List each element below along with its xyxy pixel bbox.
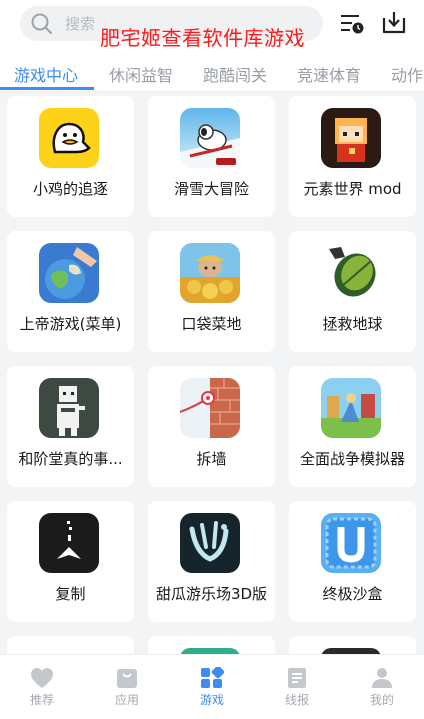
tab-casual-puzzle[interactable]: 休闲益智 <box>109 62 173 86</box>
app-card[interactable]: 终极沙盒 <box>289 501 416 622</box>
app-name: 拆墙 <box>196 450 227 468</box>
grid-icon <box>201 667 224 688</box>
app-name: 滑雪大冒险 <box>173 180 249 198</box>
app-name: 甜瓜游乐场3D版 <box>155 585 268 603</box>
app-card[interactable]: 拯救地球 <box>289 231 416 352</box>
nav-apps[interactable]: 应用 <box>85 655 169 719</box>
person-icon <box>372 668 392 688</box>
search-placeholder: 搜索 <box>65 15 96 33</box>
download-icon[interactable] <box>381 10 407 36</box>
nav-label: 游戏 <box>199 693 224 707</box>
app-name: 小鸡的追逐 <box>32 180 108 198</box>
news-icon <box>288 668 306 688</box>
nav-mine[interactable]: 我的 <box>340 655 424 719</box>
app-card[interactable]: 上帝游戏(菜单) <box>7 231 134 352</box>
app-card[interactable]: 甜瓜游乐场3D版 <box>148 501 275 622</box>
heart-icon <box>31 668 53 688</box>
nav-recommend[interactable]: 推荐 <box>0 655 84 719</box>
tab-parkour[interactable]: 跑酷闯关 <box>203 62 267 86</box>
nav-label: 线报 <box>284 693 309 707</box>
nav-label: 应用 <box>114 693 139 707</box>
app-name: 和阶堂真的事... <box>18 450 123 468</box>
tab-racing-sports[interactable]: 竞速体育 <box>297 62 361 86</box>
app-name: 终极沙盒 <box>322 585 383 603</box>
pocket-farm-icon <box>180 243 240 303</box>
app-card[interactable]: 拆墙 <box>148 366 275 487</box>
app-name: 复制 <box>55 585 86 603</box>
save-earth-icon <box>321 243 381 303</box>
bottom-navigation: 推荐 应用 游戏 线报 我的 <box>0 654 424 719</box>
nav-games[interactable]: 游戏 <box>170 655 254 719</box>
app-name: 上帝游戏(菜单) <box>19 315 122 333</box>
history-list-icon[interactable] <box>339 12 365 36</box>
break-wall-icon <box>180 378 240 438</box>
app-name: 拯救地球 <box>322 315 383 333</box>
tab-game-center[interactable]: 游戏中心 <box>14 62 78 86</box>
app-card[interactable]: 小鸡的追逐 <box>7 96 134 217</box>
category-tabs: 游戏中心 休闲益智 跑酷闯关 竞速体育 动作 <box>0 52 424 92</box>
app-card[interactable]: 和阶堂真的事... <box>7 366 134 487</box>
god-game-icon <box>39 243 99 303</box>
app-card[interactable]: 滑雪大冒险 <box>148 96 275 217</box>
search-icon <box>31 13 52 34</box>
app-card[interactable]: 全面战争模拟器 <box>289 366 416 487</box>
app-card[interactable]: 元素世界 mod <box>289 96 416 217</box>
copy-game-icon <box>39 513 99 573</box>
app-name: 口袋菜地 <box>181 315 242 333</box>
app-card[interactable]: 口袋菜地 <box>148 231 275 352</box>
app-name: 元素世界 mod <box>303 180 402 198</box>
chicken-app-icon <box>39 108 99 168</box>
tab-action[interactable]: 动作 <box>391 62 423 86</box>
melon-playground-icon <box>180 513 240 573</box>
nav-news[interactable]: 线报 <box>255 655 339 719</box>
battle-simulator-icon <box>321 378 381 438</box>
active-tab-indicator <box>0 87 94 90</box>
app-name: 全面战争模拟器 <box>299 450 405 468</box>
nav-label: 我的 <box>369 693 394 707</box>
ski-app-icon <box>180 108 240 168</box>
sandbox-icon <box>321 513 381 573</box>
overlay-caption: 肥宅姬查看软件库游戏 <box>100 26 305 50</box>
element-world-icon <box>321 108 381 168</box>
pixel-character-icon <box>39 378 99 438</box>
nav-label: 推荐 <box>29 693 54 707</box>
bag-icon <box>117 669 137 688</box>
app-card[interactable]: 复制 <box>7 501 134 622</box>
